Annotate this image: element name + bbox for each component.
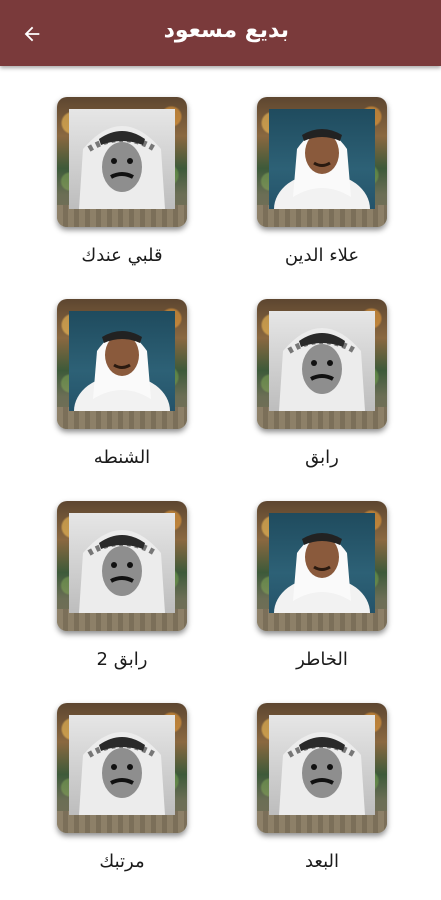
song-tile[interactable]: الشنطه (0, 268, 200, 470)
song-tile[interactable]: مرتبك (0, 672, 200, 874)
song-tile[interactable]: علاء الدين (200, 66, 400, 268)
song-title: مرتبك (99, 851, 145, 872)
song-title: الشنطه (93, 447, 151, 468)
song-thumbnail-frame (57, 703, 187, 833)
artist-photo (269, 513, 375, 613)
artist-photo (69, 109, 175, 209)
song-thumbnail-frame (257, 501, 387, 631)
artist-photo (69, 715, 175, 815)
artist-photo (269, 715, 375, 815)
back-button[interactable] (14, 16, 50, 52)
song-title: قلبي عندك (81, 245, 163, 266)
artist-photo (269, 311, 375, 411)
song-title: رابق 2 (96, 649, 148, 670)
page-title: بديع مسعود (163, 18, 289, 43)
song-thumbnail-frame (57, 97, 187, 227)
song-thumbnail-frame (57, 501, 187, 631)
song-thumbnail-frame (257, 703, 387, 833)
song-tile[interactable]: البعد (200, 672, 400, 874)
song-tile[interactable]: رابق 2 (0, 470, 200, 672)
artist-photo (69, 311, 175, 411)
song-thumbnail-frame (257, 97, 387, 227)
artist-photo (269, 109, 375, 209)
song-grid: علاء الدين قلبي عندك رابق الشنطه الخاطر … (0, 66, 441, 900)
song-tile[interactable]: رابق (200, 268, 400, 470)
app-bar: بديع مسعود (0, 0, 441, 66)
song-thumbnail-frame (57, 299, 187, 429)
arrow-left-icon (24, 26, 40, 42)
song-thumbnail-frame (257, 299, 387, 429)
song-tile[interactable]: الخاطر (200, 470, 400, 672)
song-tile[interactable]: قلبي عندك (0, 66, 200, 268)
artist-photo (69, 513, 175, 613)
